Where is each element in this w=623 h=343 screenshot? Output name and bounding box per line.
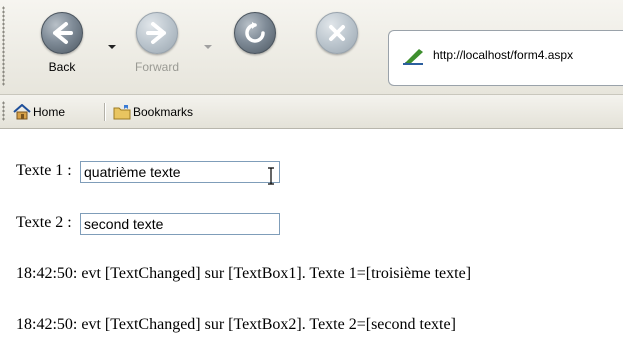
- bookmarks-toolbar-grip[interactable]: [2, 101, 5, 121]
- back-label: Back: [48, 60, 76, 74]
- forward-history-dropdown[interactable]: [204, 45, 212, 49]
- bookmarks-separator: [104, 103, 106, 121]
- address-url[interactable]: http://localhost/form4.aspx: [433, 48, 573, 62]
- stop-button[interactable]: [300, 6, 374, 90]
- back-history-dropdown[interactable]: [108, 45, 116, 49]
- back-button[interactable]: Back: [25, 6, 99, 90]
- bookmarks-toolbar: Home Bookmarks: [0, 95, 623, 129]
- text-cursor-icon: [268, 167, 274, 185]
- reload-icon: [234, 12, 276, 54]
- stop-icon: [316, 12, 358, 54]
- forward-arrow-icon: [136, 12, 178, 54]
- home-label: Home: [33, 105, 66, 119]
- bookmarks-folder-icon: [113, 105, 131, 120]
- toolbar-grip[interactable]: [2, 6, 5, 86]
- texte-1-label: Texte 1 :: [16, 162, 72, 179]
- home-link[interactable]: Home: [13, 102, 65, 122]
- texte-2-row: Texte 2 :: [16, 214, 72, 232]
- bookmarks-label: Bookmarks: [133, 105, 194, 119]
- page-icon: [403, 47, 425, 70]
- address-bar[interactable]: http://localhost/form4.aspx: [388, 30, 623, 86]
- bookmarks-link[interactable]: Bookmarks: [113, 102, 193, 122]
- texte-1-row: Texte 1 :: [16, 162, 72, 180]
- texte-2-label: Texte 2 :: [16, 214, 72, 231]
- back-arrow-icon: [41, 12, 83, 54]
- navigation-toolbar: Back Forward http://localhost/form4.aspx: [0, 0, 623, 95]
- textbox-1[interactable]: quatrième texte: [80, 161, 280, 183]
- textbox-2[interactable]: second texte: [80, 213, 280, 235]
- event-log-line: 18:42:50: evt [TextChanged] sur [TextBox…: [16, 316, 456, 333]
- forward-label: Forward: [134, 60, 179, 74]
- home-icon: [13, 104, 31, 120]
- forward-button[interactable]: Forward: [120, 6, 194, 90]
- reload-button[interactable]: [218, 6, 292, 90]
- event-log-line: 18:42:50: evt [TextChanged] sur [TextBox…: [16, 265, 472, 282]
